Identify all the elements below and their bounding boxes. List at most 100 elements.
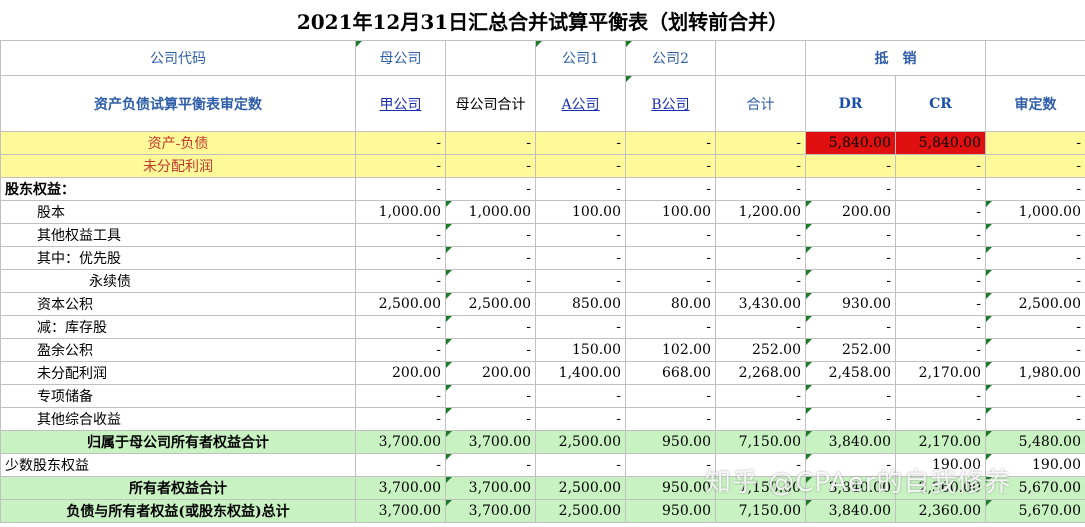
header-dr[interactable]: DR — [805, 75, 896, 132]
cell-value[interactable]: - — [355, 131, 446, 155]
cell-value[interactable]: 950.00 — [625, 476, 716, 500]
cell-value[interactable]: - — [445, 453, 536, 477]
cell-value[interactable]: - — [625, 453, 716, 477]
row-label[interactable]: 股东权益： — [0, 177, 356, 201]
cell-value[interactable]: 5,480.00 — [985, 430, 1085, 454]
cell-value[interactable]: 150.00 — [535, 338, 626, 362]
cell-value[interactable]: - — [985, 407, 1085, 431]
header-blank[interactable] — [715, 40, 806, 76]
cell-value[interactable]: 7,150.00 — [715, 476, 806, 500]
cell-value[interactable]: - — [985, 315, 1085, 339]
cell-value[interactable]: - — [535, 131, 626, 155]
header-total[interactable]: 合计 — [715, 75, 806, 132]
cell-value[interactable]: - — [445, 315, 536, 339]
cell-value[interactable]: 2,458.00 — [805, 361, 896, 385]
row-label[interactable]: 专项储备 — [0, 384, 356, 408]
cell-value[interactable]: 80.00 — [625, 292, 716, 316]
cell-value[interactable]: - — [985, 131, 1085, 155]
cell-value[interactable]: - — [895, 269, 986, 293]
cell-value[interactable]: - — [625, 246, 716, 270]
cell-value[interactable]: 3,840.00 — [805, 499, 896, 523]
cell-value[interactable]: 2,500.00 — [445, 292, 536, 316]
cell-value[interactable]: - — [895, 154, 986, 178]
cell-value[interactable]: 3,840.00 — [805, 476, 896, 500]
row-label[interactable]: 负债与所有者权益(或股东权益)总计 — [0, 499, 356, 523]
cell-value[interactable]: - — [355, 407, 446, 431]
cell-value[interactable]: - — [985, 338, 1085, 362]
cell-value[interactable]: 252.00 — [715, 338, 806, 362]
cell-value[interactable]: 930.00 — [805, 292, 896, 316]
cell-value[interactable]: - — [805, 223, 896, 247]
cell-value[interactable]: - — [985, 246, 1085, 270]
cell-value[interactable]: - — [625, 154, 716, 178]
cell-value[interactable]: 1,200.00 — [715, 200, 806, 224]
cell-value[interactable]: 1,000.00 — [445, 200, 536, 224]
cell-value[interactable]: - — [805, 384, 896, 408]
row-label[interactable]: 资产-负债 — [0, 131, 356, 155]
cell-value[interactable]: - — [715, 223, 806, 247]
cell-value[interactable]: - — [445, 154, 536, 178]
header-audited[interactable]: 审定数 — [985, 75, 1085, 132]
cell-value[interactable]: 3,700.00 — [445, 476, 536, 500]
cell-value[interactable]: - — [535, 384, 626, 408]
cell-value[interactable]: - — [355, 177, 446, 201]
cell-value[interactable]: - — [535, 246, 626, 270]
cell-value[interactable]: - — [625, 131, 716, 155]
cell-value[interactable]: - — [535, 269, 626, 293]
cell-value[interactable]: - — [895, 338, 986, 362]
row-label[interactable]: 少数股东权益 — [0, 453, 356, 477]
cell-value[interactable]: - — [895, 407, 986, 431]
row-label[interactable]: 资本公积 — [0, 292, 356, 316]
cell-value[interactable]: - — [625, 269, 716, 293]
cell-value[interactable]: - — [805, 154, 896, 178]
cell-value[interactable]: - — [715, 246, 806, 270]
cell-value-highlight[interactable]: 5,840.00 — [895, 131, 986, 155]
cell-value[interactable]: 2,500.00 — [535, 476, 626, 500]
cell-value[interactable]: - — [985, 223, 1085, 247]
cell-value[interactable]: 3,700.00 — [355, 430, 446, 454]
cell-value[interactable]: - — [985, 177, 1085, 201]
cell-value[interactable]: 200.00 — [355, 361, 446, 385]
cell-value[interactable]: - — [535, 407, 626, 431]
header-blank[interactable] — [445, 40, 536, 76]
cell-value[interactable]: - — [355, 315, 446, 339]
cell-value[interactable]: - — [535, 223, 626, 247]
cell-value[interactable]: - — [445, 223, 536, 247]
cell-value[interactable]: - — [715, 384, 806, 408]
cell-value[interactable]: 668.00 — [625, 361, 716, 385]
header-a-co[interactable]: A公司 — [535, 75, 626, 132]
header-elimination[interactable]: 抵 销 — [805, 40, 986, 76]
row-label[interactable]: 其他综合收益 — [0, 407, 356, 431]
cell-value[interactable]: - — [535, 154, 626, 178]
cell-value[interactable]: 2,170.00 — [895, 430, 986, 454]
header-parent-total[interactable]: 母公司合计 — [445, 75, 536, 132]
cell-value[interactable]: 950.00 — [625, 499, 716, 523]
cell-value[interactable]: - — [715, 177, 806, 201]
cell-value[interactable]: - — [625, 177, 716, 201]
cell-value[interactable]: - — [895, 315, 986, 339]
cell-value[interactable]: - — [445, 177, 536, 201]
header-company2[interactable]: 公司2 — [625, 40, 716, 76]
cell-value[interactable]: 7,150.00 — [715, 430, 806, 454]
cell-value[interactable]: - — [535, 453, 626, 477]
cell-value[interactable]: - — [895, 292, 986, 316]
row-label[interactable]: 所有者权益合计 — [0, 476, 356, 500]
cell-value[interactable]: - — [805, 407, 896, 431]
cell-value[interactable]: 3,700.00 — [445, 430, 536, 454]
cell-value[interactable]: - — [535, 177, 626, 201]
cell-value[interactable]: - — [625, 384, 716, 408]
cell-value-highlight[interactable]: 5,840.00 — [805, 131, 896, 155]
cell-value[interactable]: - — [355, 453, 446, 477]
cell-value[interactable]: 3,700.00 — [445, 499, 536, 523]
cell-value[interactable]: - — [805, 315, 896, 339]
cell-value[interactable]: - — [715, 407, 806, 431]
row-label[interactable]: 减：库存股 — [0, 315, 356, 339]
header-company1[interactable]: 公司1 — [535, 40, 626, 76]
cell-value[interactable]: - — [985, 154, 1085, 178]
cell-value[interactable]: 2,500.00 — [535, 430, 626, 454]
row-label[interactable]: 盈余公积 — [0, 338, 356, 362]
cell-value[interactable]: 2,500.00 — [985, 292, 1085, 316]
cell-value[interactable]: 1,000.00 — [985, 200, 1085, 224]
cell-value[interactable]: - — [625, 223, 716, 247]
cell-value[interactable]: 3,700.00 — [355, 499, 446, 523]
